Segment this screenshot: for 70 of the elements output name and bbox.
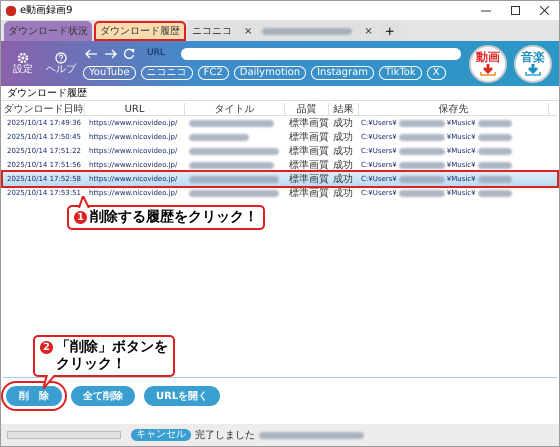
blurred-text [478, 134, 512, 140]
url-field[interactable] [180, 48, 461, 60]
table-cell-text: 標準画質 [288, 130, 329, 144]
tab[interactable]: ニコニコ × [188, 21, 256, 41]
back-icon[interactable] [85, 49, 98, 59]
tab[interactable]: × [258, 21, 377, 41]
blurred-text [398, 190, 445, 196]
blurred-text [398, 162, 445, 168]
new-tab-button[interactable]: + [378, 21, 401, 41]
tool-label[interactable]: ヘルプ [46, 64, 76, 75]
site-button[interactable]: YouTube [83, 66, 136, 80]
blurred-text [478, 120, 512, 126]
table-cell-text: 成功 [332, 130, 354, 144]
tab[interactable]: ダウンロード状況 [4, 21, 92, 41]
column-header[interactable]: 保存先 [359, 103, 549, 115]
blurred-text [478, 162, 512, 168]
site-button[interactable]: ニコニコ [140, 66, 193, 80]
table-cell-text: 成功 [332, 186, 354, 200]
maximize-icon[interactable] [511, 6, 520, 15]
table-cell-text: 成功 [332, 116, 354, 130]
callout-text: 「削除」ボタンを [56, 339, 168, 356]
column-header[interactable]: 結果 [329, 103, 359, 115]
blurred-text [478, 190, 512, 196]
download-icon [480, 64, 496, 76]
tab-label: ダウンロード状況 [8, 24, 88, 38]
url-label: URL [147, 47, 165, 60]
table-cell-text: 成功 [332, 172, 354, 186]
download-button[interactable]: 音楽 [514, 44, 552, 82]
tab-label: ダウンロード履歴 [100, 24, 180, 38]
column-header[interactable]: URL [85, 103, 185, 115]
close-tab-icon[interactable]: × [244, 24, 252, 38]
blurred-text [398, 120, 445, 126]
close-icon[interactable] [540, 6, 549, 15]
table-cell-text: 標準画質 [288, 158, 329, 172]
table-cell-text: 成功 [332, 144, 354, 158]
site-button[interactable]: FC2 [198, 66, 229, 80]
column-header[interactable]: 品質 [285, 103, 329, 115]
section-title: ダウンロード履歴 [1, 86, 559, 101]
column-header[interactable]: タイトル [185, 103, 285, 115]
table-cell-text: 標準画質 [288, 144, 329, 158]
step-number: 1 [74, 211, 87, 224]
tab[interactable]: ダウンロード履歴 [94, 21, 186, 41]
window-title: e動画録画9 [20, 4, 73, 18]
tab-label: ニコニコ [192, 24, 232, 38]
settings-icon[interactable] [17, 52, 29, 64]
status-message: 完了しました [195, 428, 255, 442]
app-icon [6, 6, 16, 16]
blurred-text [398, 134, 445, 140]
blurred-text [478, 148, 512, 154]
table-cell-text: 標準画質 [288, 116, 329, 130]
close-tab-icon[interactable]: × [364, 24, 373, 38]
blurred-text [189, 134, 249, 140]
callout-text: 削除する履歴をクリック！ [90, 209, 258, 226]
blurred-text [398, 148, 445, 154]
table-cell-text: 標準画質 [288, 186, 329, 200]
tool-label[interactable]: 設定 [13, 64, 33, 75]
callout-text: クリック！ [56, 356, 127, 373]
download-button[interactable]: 動画 [469, 44, 507, 82]
table-cell-text: 成功 [332, 158, 354, 172]
forward-icon[interactable] [104, 49, 117, 59]
help-icon[interactable] [55, 52, 67, 64]
site-button[interactable]: Instagram [311, 66, 374, 80]
download-icon [525, 64, 541, 76]
table-cell-text: 標準画質 [288, 172, 329, 186]
column-header[interactable]: ダウンロード日時 [3, 103, 85, 115]
blurred-text [398, 176, 445, 182]
site-button[interactable]: Dailymotion [234, 66, 306, 80]
reload-icon[interactable] [123, 48, 135, 60]
blurred-text [478, 176, 512, 182]
step-number: 2 [40, 341, 53, 354]
